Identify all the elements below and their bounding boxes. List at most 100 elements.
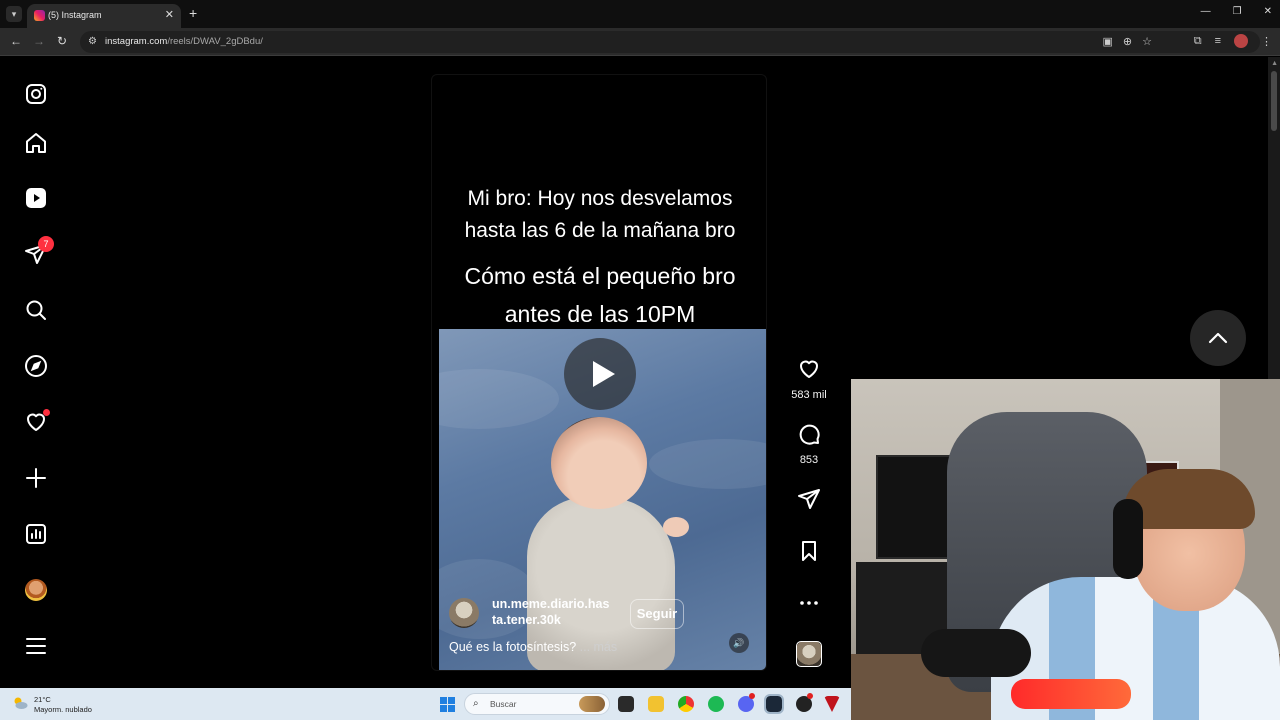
create-plus-icon[interactable] [24,466,48,490]
windows-taskbar: 21°C Mayorm. nublado ⌕ Buscar [0,688,851,720]
reel-video-card[interactable]: Mi bro: Hoy nos desvelamos hasta las 6 d… [431,74,767,671]
url-path: /reels/DWAV_2gDBdu/ [167,36,263,47]
author-username[interactable]: un.meme.diario.has ta.tener.30k [492,596,632,628]
obs-icon[interactable] [796,693,813,712]
reload-icon[interactable]: ↻ [57,34,67,48]
author-avatar[interactable] [449,598,479,628]
volume-icon[interactable]: 🔊 [729,633,749,653]
dashboard-icon[interactable] [24,522,48,546]
reel-overlay-text-bottom: Cómo está el pequeño bro antes de las 10… [432,257,766,333]
webcam-headset [1113,499,1143,579]
close-window-icon[interactable]: ✕ [1264,6,1272,17]
windows-start-icon[interactable] [440,697,455,712]
scroll-thumb[interactable] [1271,71,1277,131]
url-host: instagram.com [105,36,168,47]
comment-icon [799,424,820,445]
browser-tabstrip: ▾ (5) Instagram ✕ + — ❐ ✕ [0,0,1280,28]
file-explorer-icon[interactable] [648,696,664,712]
profile-avatar-icon[interactable] [1234,34,1248,48]
messages-badge: 7 [38,236,54,252]
address-bar[interactable]: ⚙ instagram.com/reels/DWAV_2gDBdu/ ▣ ⊕ ☆ [80,31,1260,53]
notification-dot [43,409,50,416]
comment-count: 853 [799,454,819,466]
bookmark-star-icon[interactable]: ☆ [1142,35,1152,48]
site-info-icon[interactable]: ⚙ [88,36,97,47]
forward-icon[interactable]: → [33,34,45,48]
search-highlight-image [579,696,605,712]
url-text[interactable]: instagram.com/reels/DWAV_2gDBdu/ [105,36,263,47]
reels-icon[interactable] [24,186,48,210]
obs-badge [807,693,813,699]
screen: ▾ (5) Instagram ✕ + — ❐ ✕ ← → ↻ ⚙ instag… [0,0,1280,720]
author-username-line2: ta.tener.30k [492,613,561,627]
browser-toolbar: ← → ↻ ⚙ instagram.com/reels/DWAV_2gDBdu/… [0,28,1280,56]
valorant-icon[interactable] [824,696,840,712]
like-button[interactable]: 583 mil [790,357,828,401]
direct-messages-icon[interactable]: 7 [24,236,54,266]
discord-icon[interactable] [738,693,755,712]
chevron-up-icon [1208,332,1228,344]
instagram-logo-icon[interactable] [24,82,48,106]
scroll-arrow-up-icon[interactable]: ▲ [1271,60,1278,67]
overlay-line-3: Cómo está el pequeño bro [464,263,736,289]
overlay-line-2: hasta las 6 de la mañana bro [464,219,736,242]
restore-icon[interactable]: ❐ [1233,6,1242,17]
reel-video-frame[interactable]: un.meme.diario.has ta.tener.30k Seguir Q… [439,329,766,670]
comment-button[interactable]: 853 [790,422,828,466]
extensions-icon[interactable]: ⧉ [1194,35,1202,48]
weather-temperature[interactable]: 21°C [34,695,51,704]
steam-icon[interactable] [764,694,784,714]
home-icon[interactable] [24,131,48,155]
scroll-up-button[interactable] [1190,310,1246,366]
like-count: 583 mil [791,389,827,401]
zoom-icon[interactable]: ⊕ [1123,35,1132,48]
chrome-icon[interactable] [678,696,694,712]
save-button[interactable] [790,539,828,568]
browser-tab-instagram[interactable]: (5) Instagram ✕ [27,4,181,28]
more-options-button[interactable] [790,591,828,620]
close-tab-icon[interactable]: ✕ [165,8,174,21]
reel-caption[interactable]: Qué es la fotosíntesis? ... más [449,640,617,654]
blanket-fold [439,369,559,429]
profile-avatar-image [25,579,47,601]
streamer-webcam [851,379,1280,720]
task-view-icon[interactable] [618,696,634,712]
author-username-line1: un.meme.diario.has [492,597,610,611]
media-control-icon[interactable]: ≡ [1215,35,1221,47]
baby-hand [663,517,689,537]
browser-menu-icon[interactable]: ⋮ [1261,35,1272,48]
play-icon[interactable] [564,338,636,410]
toolbar-right: ⧉ ≡ ⋮ [1194,34,1272,48]
spotify-icon[interactable] [708,696,724,712]
follow-button[interactable]: Seguir [630,599,684,629]
share-button[interactable] [790,487,828,516]
share-icon [798,489,820,509]
instagram-favicon-icon [34,10,45,21]
explore-icon[interactable] [24,354,48,378]
tab-search-icon[interactable]: ▾ [6,6,22,22]
new-tab-icon[interactable]: + [189,5,197,21]
webcam-mic-light [1011,679,1131,709]
profile-avatar[interactable] [24,578,48,602]
more-menu-icon[interactable] [24,634,48,658]
minimize-icon[interactable]: — [1201,6,1211,17]
taskbar-search-placeholder: Buscar [490,699,517,709]
weather-description[interactable]: Mayorm. nublado [34,705,92,714]
weather-cloud-icon[interactable] [12,696,28,710]
search-glass-icon: ⌕ [473,698,479,709]
back-icon[interactable]: ← [10,34,22,48]
caption-more-link[interactable]: ... más [576,640,618,654]
search-icon[interactable] [24,298,48,322]
notifications-heart-icon[interactable] [24,409,50,434]
discord-badge [749,693,755,699]
taskbar-search[interactable]: ⌕ Buscar [464,693,610,715]
audio-thumbnail[interactable] [796,641,822,667]
bookmark-icon [802,541,816,561]
overlay-line-1: Mi bro: Hoy nos desvelamos [467,187,733,210]
omnibox-actions: ▣ ⊕ ☆ [1103,35,1153,48]
caption-text: Qué es la fotosíntesis? [449,640,577,654]
cast-icon[interactable]: ▣ [1103,35,1113,48]
more-dots-icon [800,601,818,605]
heart-icon [800,360,818,378]
reel-overlay-text-top: Mi bro: Hoy nos desvelamos hasta las 6 d… [432,183,766,247]
